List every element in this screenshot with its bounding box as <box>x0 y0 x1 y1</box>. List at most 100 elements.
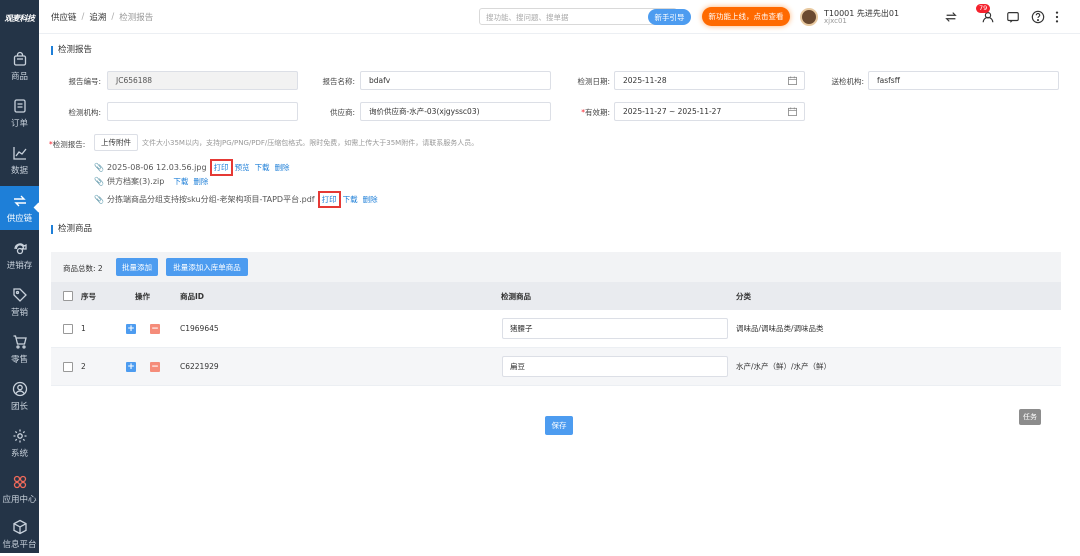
help-icon[interactable] <box>1031 10 1045 24</box>
main-content: 检测报告 报告编号: JC656188 报告名称: bdafv 检测日期: 20… <box>39 34 1080 553</box>
report-name-value: bdafv <box>369 76 390 85</box>
row-goods-id: C6221929 <box>180 348 219 385</box>
test-goods-select[interactable]: 猪腰子 <box>502 318 728 339</box>
submit-org-field[interactable]: fasfsff <box>868 71 1059 90</box>
sidebar-item-orders[interactable]: 订单 <box>0 91 39 135</box>
file-name: 分拣端商品分组支持按sku分组-老架构项目-TAPD平台.pdf <box>107 194 315 205</box>
search-placeholder: 搜功能、搜问题、搜单据 <box>486 13 569 22</box>
sidebar-item-system[interactable]: 系统 <box>0 421 39 465</box>
test-goods-value: 扁豆 <box>510 361 525 372</box>
sidebar-item-goods[interactable]: 商品 <box>0 44 39 88</box>
user-account: xjxc01 <box>824 17 847 25</box>
supplier-select[interactable]: 询价供应商-水产-03(xjgyssc03) <box>360 102 551 121</box>
inventory-icon <box>12 240 28 256</box>
supplier-label: 供应商: <box>301 107 355 118</box>
sidebar-item-label: 信息平台 <box>2 538 36 550</box>
table-header: 序号 操作 商品ID 检测商品 分类 <box>51 282 1061 310</box>
paperclip-icon: 📎 <box>94 177 104 186</box>
test-org-field[interactable] <box>107 102 298 121</box>
remove-row-button[interactable]: − <box>150 362 160 372</box>
attachment-file: 📎 2025-08-06 12.03.56.jpg 打印 预览 下载 删除 <box>94 159 290 176</box>
test-date-picker[interactable]: 2025-11-28 <box>614 71 805 90</box>
add-row-button[interactable]: + <box>126 324 136 334</box>
apps-icon <box>12 474 28 490</box>
download-link[interactable]: 下载 <box>343 194 358 205</box>
user-icon <box>12 381 28 397</box>
switch-icon[interactable] <box>944 10 958 24</box>
col-header-actions: 操作 <box>135 282 150 310</box>
breadcrumb-current: 检测报告 <box>119 11 153 23</box>
select-all-checkbox[interactable] <box>63 291 73 301</box>
print-link[interactable]: 打印 <box>210 159 233 176</box>
submit-org-label: 送检机构: <box>810 76 864 87</box>
save-button[interactable]: 保存 <box>545 416 573 435</box>
attachment-label-text: 检测报告: <box>53 140 86 149</box>
row-checkbox[interactable] <box>63 324 73 334</box>
sidebar-item-label: 数据 <box>11 164 28 176</box>
delete-link[interactable]: 删除 <box>275 162 290 173</box>
new-feature-button[interactable]: 新功能上线，点击查看 <box>702 7 790 26</box>
sidebar-item-info-platform[interactable]: 信息平台 <box>0 512 39 556</box>
batch-add-button[interactable]: 批量添加 <box>116 258 158 276</box>
test-goods-select[interactable]: 扁豆 <box>502 356 728 377</box>
order-icon <box>12 98 28 114</box>
cart-icon <box>12 334 28 350</box>
sidebar-item-label: 营销 <box>11 306 28 318</box>
preview-link[interactable]: 预览 <box>235 162 250 173</box>
delete-link[interactable]: 删除 <box>193 176 208 187</box>
print-link[interactable]: 打印 <box>318 191 341 208</box>
avatar[interactable] <box>800 8 818 26</box>
paperclip-icon: 📎 <box>94 195 104 204</box>
breadcrumb-item[interactable]: 追溯 <box>89 11 106 23</box>
test-org-label: 检测机构: <box>49 107 101 118</box>
message-icon[interactable] <box>1006 10 1020 24</box>
download-link[interactable]: 下载 <box>255 162 270 173</box>
supply-chain-icon <box>12 193 28 209</box>
report-name-label: 报告名称: <box>301 76 355 87</box>
upload-attachment-button[interactable]: 上传附件 <box>94 134 138 151</box>
supplier-value: 询价供应商-水产-03(xjgyssc03) <box>369 106 480 117</box>
goods-toolbar: 商品总数: 2 批量添加 批量添加入库单商品 <box>51 252 1061 282</box>
sidebar: 观麦科技 商品 订单 数据 供应链 进销存 营销 零售 团长 系统 应用中心 <box>0 0 39 553</box>
sidebar-item-leader[interactable]: 团长 <box>0 374 39 418</box>
sidebar-item-retail[interactable]: 零售 <box>0 327 39 371</box>
report-no-value: JC656188 <box>116 76 152 85</box>
calendar-icon <box>788 107 797 116</box>
sidebar-item-marketing[interactable]: 营销 <box>0 280 39 324</box>
report-name-field[interactable]: bdafv <box>360 71 551 90</box>
col-header-no: 序号 <box>81 282 96 310</box>
breadcrumb-item[interactable]: 供应链 <box>51 11 77 23</box>
col-header-test-goods: 检测商品 <box>501 282 531 310</box>
section-title-report: 检测报告 <box>51 46 92 55</box>
report-no-field: JC656188 <box>107 71 298 90</box>
batch-add-stock-button[interactable]: 批量添加入库单商品 <box>166 258 248 276</box>
row-no: 2 <box>81 348 86 385</box>
calendar-icon <box>788 76 797 85</box>
test-goods-value: 猪腰子 <box>510 323 533 334</box>
col-header-id: 商品ID <box>180 282 204 310</box>
sidebar-item-data[interactable]: 数据 <box>0 138 39 182</box>
attachment-file: 📎 供方档案(3).zip 下载 删除 <box>94 176 208 187</box>
download-link[interactable]: 下载 <box>173 176 188 187</box>
sidebar-item-app-center[interactable]: 应用中心 <box>0 467 39 511</box>
sidebar-item-inventory[interactable]: 进销存 <box>0 233 39 277</box>
sidebar-item-label: 零售 <box>11 353 28 365</box>
submit-org-value: fasfsff <box>877 76 900 85</box>
delete-link[interactable]: 删除 <box>363 194 378 205</box>
row-no: 1 <box>81 310 86 347</box>
sidebar-item-label: 应用中心 <box>2 493 36 505</box>
validity-range-picker[interactable]: 2025-11-27 ~ 2025-11-27 <box>614 102 805 121</box>
guide-button[interactable]: 新手引导 <box>648 9 691 25</box>
table-row: 2 + − C6221929 扁豆 水产/水产（鲜）/水产（鲜） <box>51 348 1061 386</box>
row-category: 调味品/调味品类/调味品类 <box>736 310 824 347</box>
file-name: 供方档案(3).zip <box>107 176 164 187</box>
task-button[interactable]: 任务 <box>1019 409 1041 425</box>
row-checkbox[interactable] <box>63 362 73 372</box>
remove-row-button[interactable]: − <box>150 324 160 334</box>
add-row-button[interactable]: + <box>126 362 136 372</box>
goods-count: 商品总数: 2 <box>63 263 103 274</box>
sidebar-item-supply-chain[interactable]: 供应链 <box>0 186 39 230</box>
breadcrumb: 供应链 / 追溯 / 检测报告 <box>39 11 153 23</box>
brand-logo: 观麦科技 <box>0 0 39 36</box>
more-icon[interactable] <box>1050 10 1064 24</box>
